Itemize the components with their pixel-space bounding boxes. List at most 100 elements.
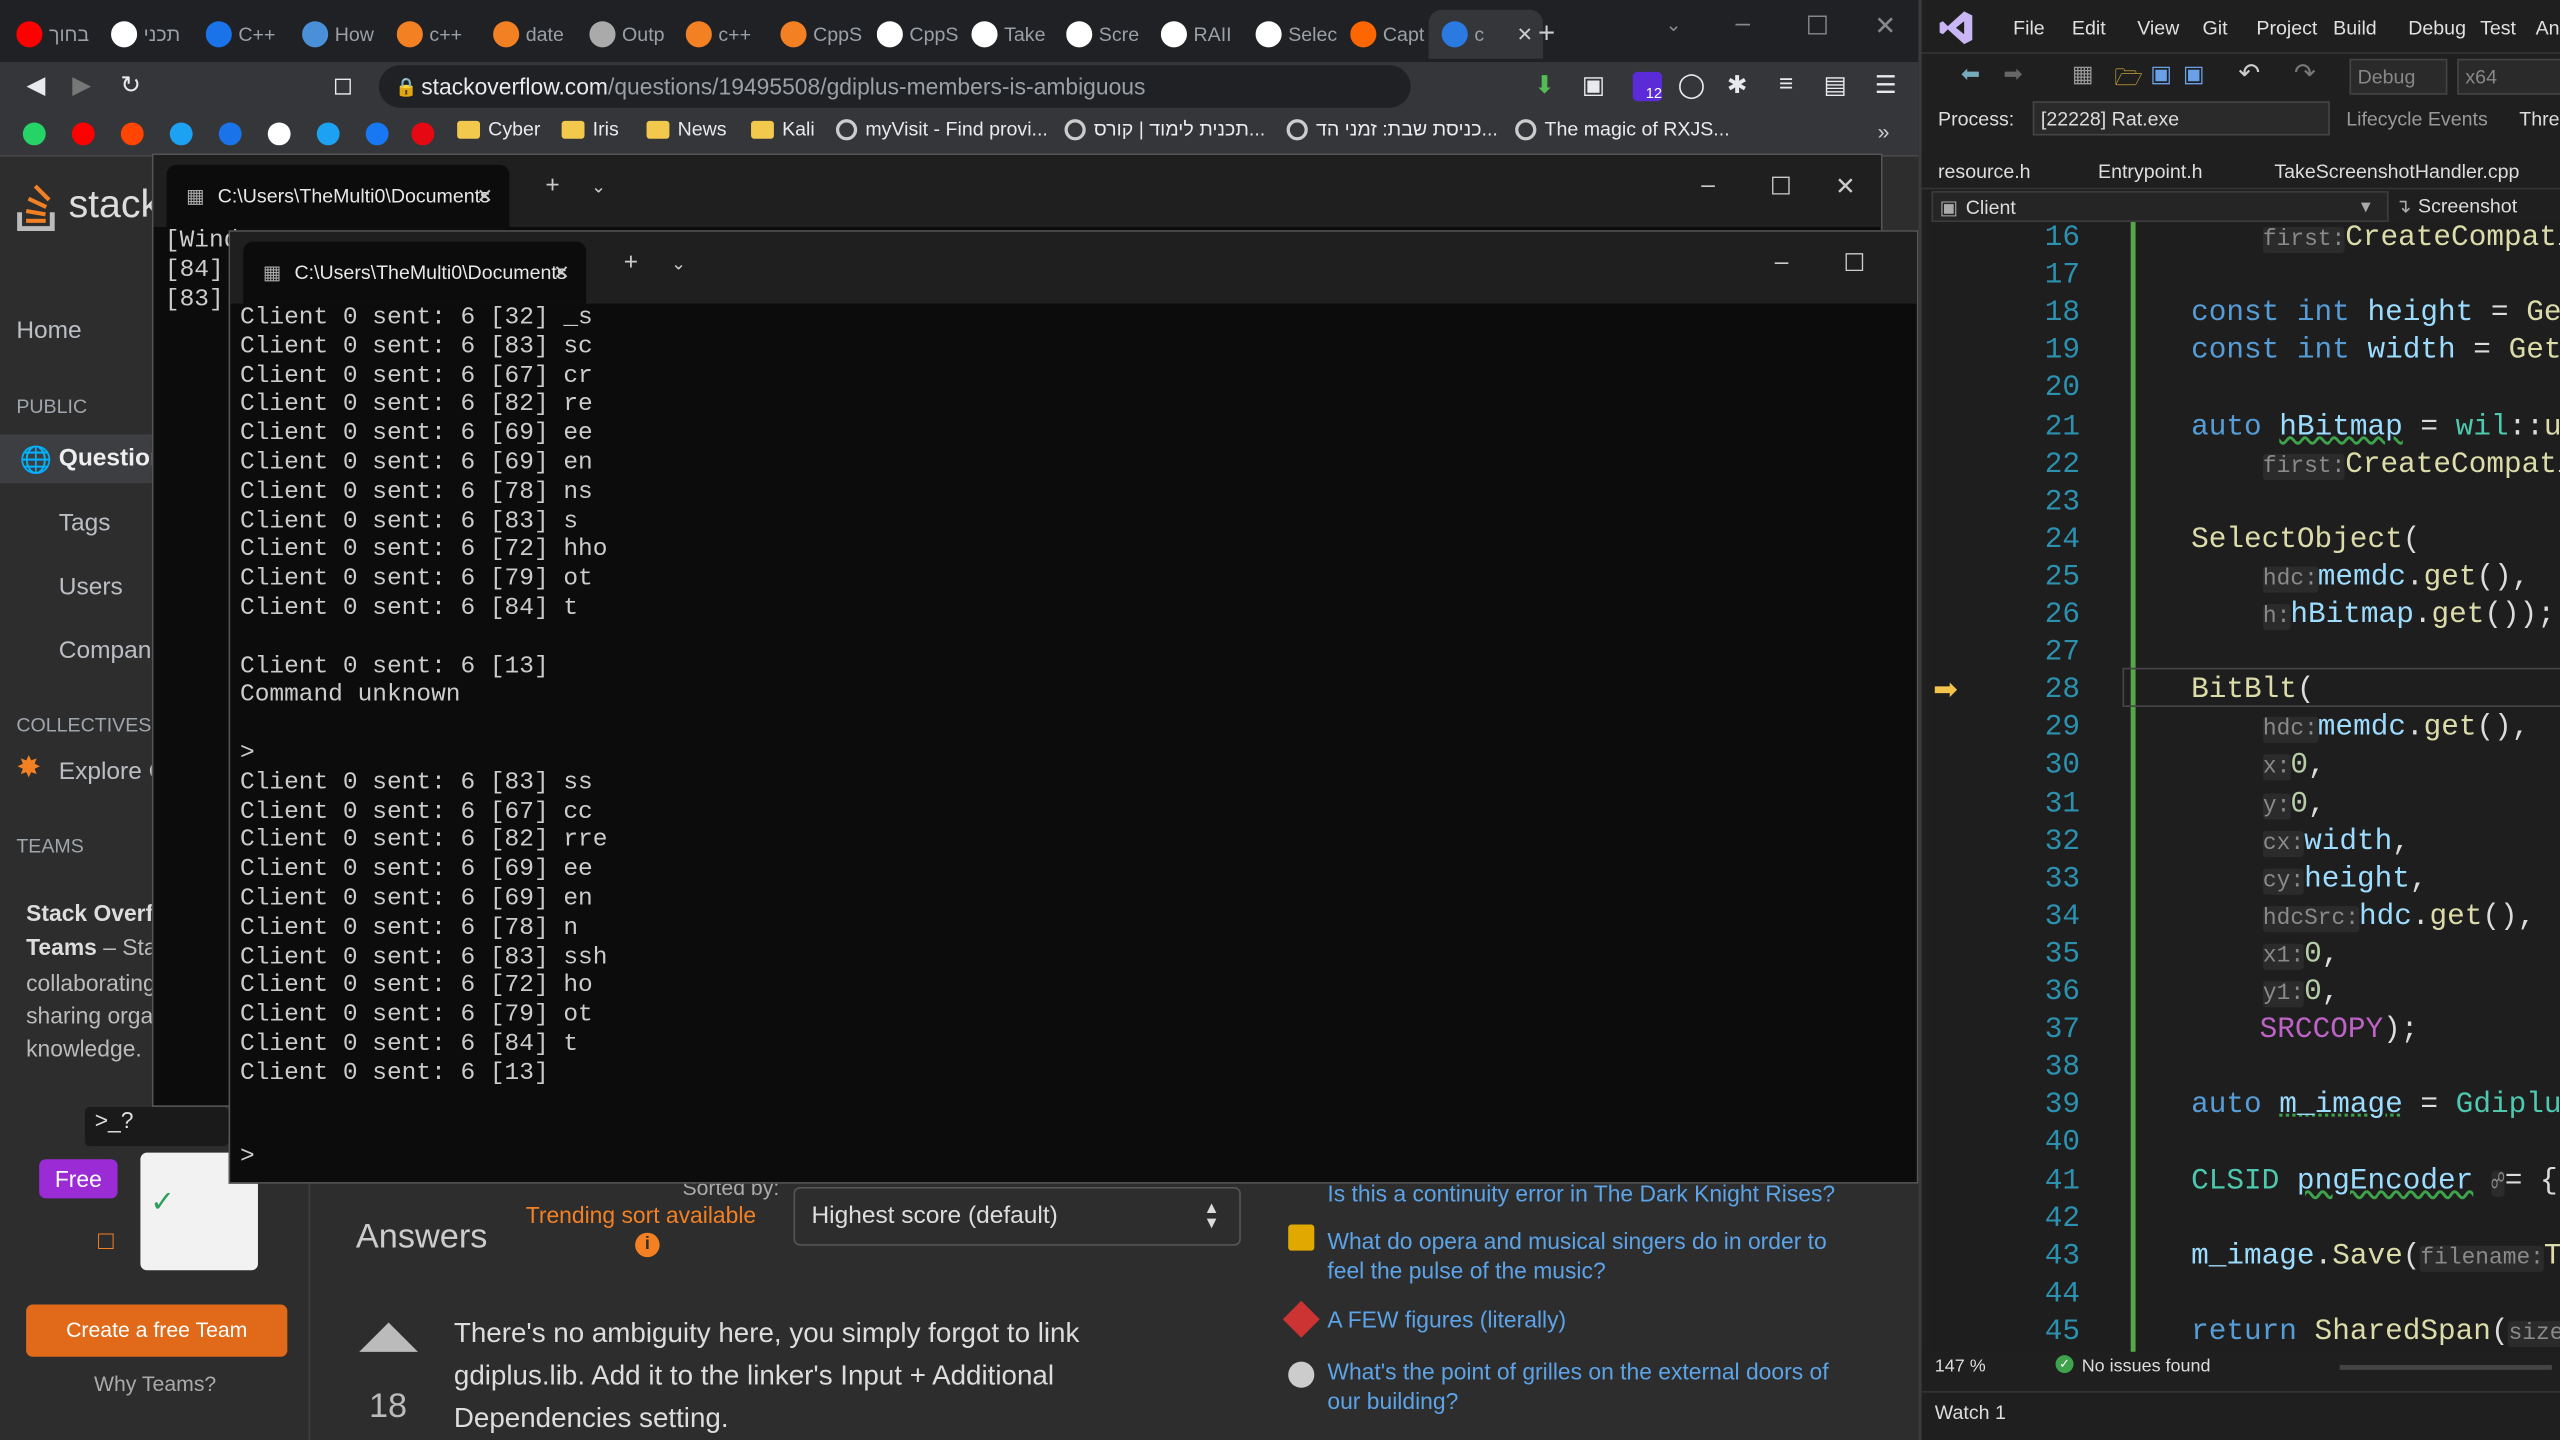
hot-question-link[interactable]: A FEW figures (literally): [1327, 1305, 1566, 1334]
reload-icon[interactable]: ↻: [114, 70, 147, 100]
menu-item[interactable]: View: [2137, 16, 2179, 39]
browser-tab[interactable]: Take: [971, 10, 1062, 59]
nav-forward-icon[interactable]: ➡: [2003, 60, 2022, 88]
download-icon[interactable]: ⬇: [1528, 70, 1561, 100]
browser-tab[interactable]: date: [493, 10, 584, 59]
menu-item[interactable]: Debug: [2408, 16, 2466, 39]
browser-tab[interactable]: Outp: [589, 10, 680, 59]
playlist-icon[interactable]: ≡: [1770, 70, 1803, 98]
info-icon[interactable]: i: [635, 1232, 660, 1258]
browser-tab[interactable]: Selec: [1255, 10, 1347, 59]
extensions-icon[interactable]: ✱: [1721, 70, 1754, 100]
wallet-icon[interactable]: ▤: [1819, 70, 1852, 100]
terminal-prompt[interactable]: >: [240, 1143, 255, 1172]
sort-select[interactable]: Highest score (default) ▲ ▼: [793, 1186, 1241, 1246]
browser-tab[interactable]: בחוך: [16, 10, 107, 59]
extension-badge[interactable]: 12: [1632, 71, 1663, 102]
more-bookmarks-icon[interactable]: »: [1878, 119, 1890, 143]
back-icon[interactable]: ◀: [20, 70, 53, 100]
nav-users[interactable]: Users: [59, 573, 123, 601]
github-icon[interactable]: [267, 122, 291, 146]
app-icon[interactable]: [218, 122, 242, 146]
twitter-icon[interactable]: [316, 122, 340, 146]
zoom-level[interactable]: 147 %: [1935, 1357, 1986, 1377]
menu-item[interactable]: Project: [2256, 16, 2317, 39]
bookmark-icon[interactable]: ◻: [327, 70, 360, 100]
new-item-icon[interactable]: ▦: [2072, 60, 2094, 88]
maximize-icon[interactable]: ☐: [1843, 248, 1865, 278]
hot-question-link[interactable]: What do opera and musical singers do in …: [1327, 1226, 1849, 1285]
menu-item[interactable]: Build: [2333, 16, 2377, 39]
new-tab-icon[interactable]: +: [1538, 16, 1555, 50]
watch-title[interactable]: Watch 1: [1935, 1401, 2006, 1424]
new-tab-icon[interactable]: +: [545, 171, 559, 199]
upvote-icon[interactable]: [359, 1322, 418, 1352]
menu-icon[interactable]: ☰: [1869, 70, 1902, 100]
bookmark-item[interactable]: The magic of RXJS...: [1515, 118, 1730, 140]
minimize-icon[interactable]: –: [1736, 10, 1751, 39]
chevron-down-icon[interactable]: ⌄: [671, 253, 686, 275]
forward-icon[interactable]: ▶: [65, 70, 98, 100]
hot-question-link[interactable]: What's the point of grilles on the exter…: [1327, 1357, 1849, 1416]
browser-tab[interactable]: How: [302, 10, 393, 59]
menu-item[interactable]: Git: [2203, 16, 2228, 39]
lifecycle-events[interactable]: Lifecycle Events: [2346, 108, 2488, 131]
horizontal-scrollbar[interactable]: [2339, 1364, 2552, 1370]
reddit-icon[interactable]: [120, 122, 144, 146]
sidebar-icon[interactable]: ▣: [1577, 70, 1610, 100]
undo-icon[interactable]: ↶: [2238, 57, 2260, 90]
bookmark-item[interactable]: Cyber: [457, 118, 540, 140]
browser-tab[interactable]: RAII: [1160, 10, 1252, 59]
terminal-tab[interactable]: ▦ C:\Users\TheMulti0\Documents ✕: [166, 164, 510, 227]
menu-item[interactable]: Test: [2480, 16, 2516, 39]
breakpoint-margin[interactable]: [1959, 222, 2022, 1352]
browser-tab[interactable]: CppS: [876, 10, 968, 59]
minimize-icon[interactable]: –: [1701, 171, 1715, 199]
netflix-icon[interactable]: [411, 122, 435, 146]
close-icon[interactable]: ✕: [1835, 171, 1856, 201]
file-tab[interactable]: Entrypoint.h: [2098, 160, 2203, 183]
bookmark-item[interactable]: כניסת שבת: זמני הד...: [1286, 118, 1498, 140]
maximize-icon[interactable]: ☐: [1806, 10, 1829, 43]
new-tab-icon[interactable]: +: [624, 248, 638, 276]
open-folder-icon[interactable]: 🗁: [2114, 60, 2142, 99]
file-tab[interactable]: resource.h: [1938, 160, 2031, 183]
close-tab-icon[interactable]: ✕: [553, 261, 569, 284]
so-logo[interactable]: stack: [16, 180, 160, 232]
browser-tab[interactable]: Scre: [1066, 10, 1157, 59]
member-dropdown[interactable]: ↴ Screenshot: [2392, 191, 2560, 222]
close-tab-icon[interactable]: ✕: [477, 184, 493, 207]
browser-tab[interactable]: תכני: [111, 10, 202, 59]
address-bar[interactable]: 🔒 stackoverflow.com/questions/19495508/g…: [378, 65, 1411, 108]
bookmark-item[interactable]: Iris: [561, 118, 619, 140]
process-dropdown[interactable]: [22228] Rat.exe: [2032, 101, 2330, 136]
issues-status[interactable]: No issues found: [2082, 1357, 2211, 1377]
menu-item[interactable]: File: [2013, 16, 2045, 39]
menu-item[interactable]: Edit: [2072, 16, 2106, 39]
save-all-icon[interactable]: ▣: [2183, 60, 2205, 88]
nav-tags[interactable]: Tags: [59, 509, 111, 537]
terminal-window-front[interactable]: ▦ C:\Users\TheMulti0\Documents ✕ + ⌄ – ☐…: [228, 230, 1919, 1184]
bookmark-item[interactable]: תכנית לימוד | קורס...: [1064, 118, 1265, 140]
bookmark-item[interactable]: News: [646, 118, 727, 140]
whatsapp-icon[interactable]: [22, 122, 46, 146]
browser-tab[interactable]: CppS: [780, 10, 871, 59]
tab-search-icon[interactable]: ⌄: [1665, 13, 1681, 36]
facebook-icon[interactable]: [365, 122, 389, 146]
browser-tab[interactable]: c++: [396, 10, 488, 59]
config-dropdown[interactable]: Debug: [2349, 58, 2448, 95]
close-icon[interactable]: ✕: [1874, 10, 1896, 43]
browser-tab[interactable]: C++: [205, 10, 297, 59]
close-tab-icon[interactable]: ✕: [1517, 23, 1533, 46]
bookmark-item[interactable]: Kali: [751, 118, 815, 140]
nav-back-icon[interactable]: ⬅: [1961, 60, 1980, 88]
browser-tab[interactable]: c ✕: [1428, 9, 1543, 59]
chevron-down-icon[interactable]: ⌄: [591, 176, 606, 198]
maximize-icon[interactable]: ☐: [1770, 171, 1792, 201]
twitter-icon[interactable]: [169, 122, 193, 146]
create-free-team-button[interactable]: Create a free Team: [26, 1304, 288, 1357]
glasses-icon[interactable]: ◯: [1675, 70, 1708, 100]
youtube-icon[interactable]: [71, 122, 95, 146]
scope-dropdown[interactable]: ▣ Client ▾: [1931, 191, 2389, 223]
why-teams-link[interactable]: Why Teams?: [0, 1371, 310, 1395]
